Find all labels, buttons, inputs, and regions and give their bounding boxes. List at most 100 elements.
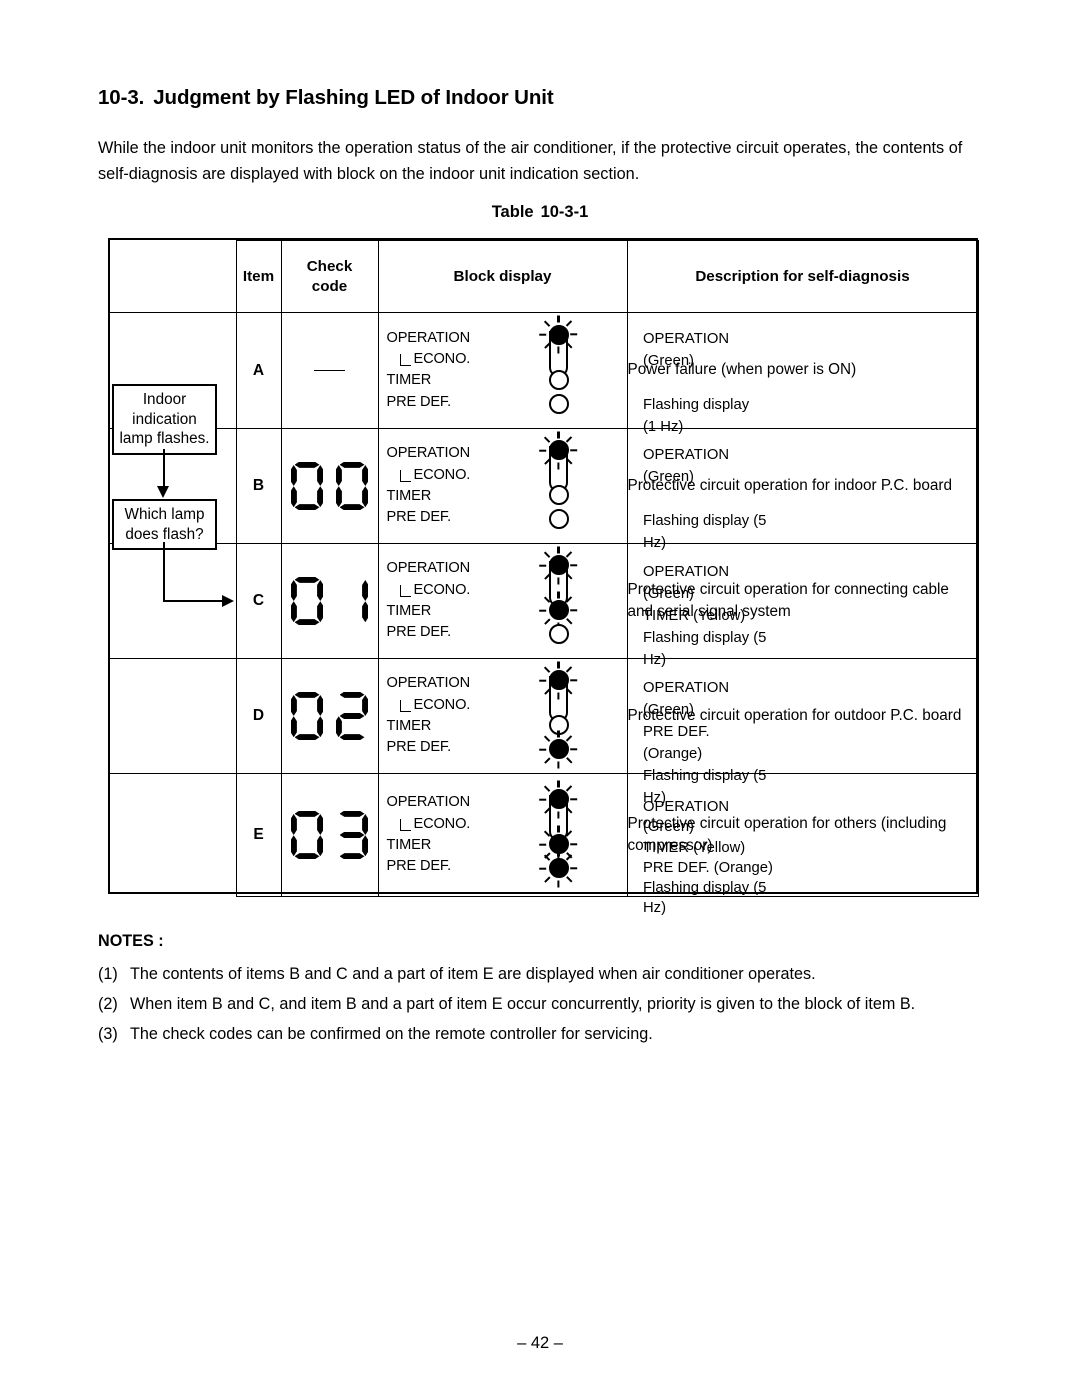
note-number: (1) bbox=[98, 965, 118, 983]
page: 10-3. Judgment by Flashing LED of Indoor … bbox=[0, 0, 1080, 1397]
status-line: TIMER (Yellow) bbox=[643, 839, 746, 856]
table-row: A OPERATION ECONO. TIMER PRE DEF. Power … bbox=[110, 312, 979, 429]
seven-segment-digit bbox=[336, 462, 369, 511]
lamp-timer-icon bbox=[548, 485, 569, 505]
status-line: TIMER (Yellow) bbox=[643, 608, 746, 624]
table-caption: Table 10-3-1 bbox=[0, 203, 1080, 222]
status-line: PRE DEF. (Orange) bbox=[643, 859, 773, 876]
status-line-spacer bbox=[643, 372, 763, 394]
seven-segment-digit bbox=[291, 811, 324, 860]
seven-segment-display bbox=[282, 577, 378, 626]
status-line: OPERATION (Green) bbox=[643, 799, 730, 836]
status-line: OPERATION (Green) bbox=[643, 680, 730, 718]
lamp-predef-icon bbox=[548, 509, 569, 529]
lamp-label-econo-row: ECONO. bbox=[387, 580, 530, 601]
lamp-label-operation: OPERATION bbox=[386, 560, 471, 577]
table-row: B OPERATION ECONO. TIMER PRE DEF. Protec… bbox=[110, 428, 979, 544]
status-line: OPERATION (Green) bbox=[643, 564, 730, 602]
lamp-indicator-graphic bbox=[530, 431, 588, 534]
lamp-label-predef: PRE DEF. bbox=[386, 393, 452, 410]
flash-rays-operation-icon bbox=[539, 315, 578, 354]
lamp-label-econo: ECONO. bbox=[413, 351, 471, 368]
seven-segment-digit bbox=[336, 692, 369, 741]
diagnosis-table: Item Check code Block display Descriptio… bbox=[108, 238, 979, 897]
elbow-connector-icon bbox=[399, 469, 411, 482]
row-item: C bbox=[235, 543, 282, 659]
header-check-code-line2: code bbox=[311, 277, 348, 295]
flash-rays-operation-icon bbox=[539, 431, 578, 469]
lamp-label-group: OPERATION ECONO. TIMER PRE DEF. bbox=[387, 443, 530, 529]
flowchart-column-cell bbox=[110, 658, 237, 774]
row-item: B bbox=[235, 428, 282, 544]
row-check-code bbox=[280, 543, 379, 659]
elbow-connector-icon bbox=[399, 818, 411, 831]
lamp-label-econo: ECONO. bbox=[413, 815, 471, 832]
lamp-label-predef: PRE DEF. bbox=[386, 624, 452, 641]
status-line-spacer bbox=[643, 488, 768, 510]
lamp-label-predef: PRE DEF. bbox=[386, 858, 452, 875]
row-block-display: OPERATION ECONO. TIMER PRE DEF. bbox=[377, 312, 628, 429]
table-row: E OPERATION ECONO. TIMER PRE DEF. Protec… bbox=[110, 773, 979, 897]
flowchart-column-cell bbox=[110, 312, 237, 429]
lamp-label-operation: OPERATION bbox=[386, 794, 471, 811]
header-check-code: Check code bbox=[280, 240, 379, 313]
lamp-label-group: OPERATION ECONO. TIMER PRE DEF. bbox=[387, 792, 530, 878]
status-text-row-b: OPERATION (Green) Flashing display (5 Hz… bbox=[643, 444, 768, 554]
table-header-row: Item Check code Block display Descriptio… bbox=[110, 240, 979, 313]
row-block-display: OPERATION ECONO. TIMER PRE DEF. bbox=[377, 543, 628, 659]
section-title: Judgment by Flashing LED of Indoor Unit bbox=[153, 86, 554, 109]
status-text-row-a: OPERATION (Green) Flashing display (1 Hz… bbox=[643, 328, 763, 438]
lamp-indicator-graphic bbox=[530, 546, 588, 649]
lamp-label-econo-row: ECONO. bbox=[387, 814, 530, 835]
intro-paragraph: While the indoor unit monitors the opera… bbox=[98, 139, 963, 183]
row-check-code bbox=[280, 428, 379, 544]
lamp-label-predef: PRE DEF. bbox=[386, 739, 452, 756]
table-caption-number: 10-3-1 bbox=[540, 203, 589, 221]
flash-rays-predef-icon bbox=[539, 730, 578, 768]
status-text-row-e: OPERATION (Green) TIMER (Yellow) PRE DEF… bbox=[643, 797, 773, 919]
elbow-connector-icon bbox=[399, 699, 411, 712]
status-line: OPERATION (Green) bbox=[643, 447, 730, 485]
page-number: – 42 – bbox=[517, 1334, 563, 1352]
note-item: (3) The check codes can be confirmed on t… bbox=[98, 1023, 998, 1045]
status-line: Flashing display (1 Hz) bbox=[643, 397, 750, 435]
lamp-label-timer: TIMER bbox=[386, 717, 432, 734]
lamp-label-timer: TIMER bbox=[386, 836, 432, 853]
header-block-display: Block display bbox=[377, 240, 628, 313]
notes-title: NOTES : bbox=[98, 932, 164, 950]
lamp-label-econo-row: ECONO. bbox=[387, 465, 530, 486]
lamp-predef-icon bbox=[548, 393, 569, 414]
lamp-label-econo: ECONO. bbox=[413, 696, 471, 713]
note-text: When item B and C, and item B and a part… bbox=[130, 995, 916, 1013]
note-text: The contents of items B and C and a part… bbox=[130, 965, 816, 983]
seven-segment-digit bbox=[291, 462, 324, 511]
status-text-row-d: OPERATION (Green) PRE DEF. (Orange) Flas… bbox=[643, 677, 771, 809]
elbow-connector-icon bbox=[399, 584, 411, 597]
seven-segment-digit bbox=[336, 577, 369, 626]
flowchart-column-cell bbox=[110, 543, 237, 659]
row-item: A bbox=[235, 312, 282, 429]
lamp-label-operation: OPERATION bbox=[386, 329, 471, 346]
note-item: (1) The contents of items B and C and a p… bbox=[98, 963, 998, 985]
section-number: 10-3. bbox=[98, 86, 145, 109]
lamp-label-group: OPERATION ECONO. TIMER PRE DEF. bbox=[387, 673, 530, 759]
row-item: D bbox=[235, 658, 282, 774]
flash-rays-operation-icon bbox=[539, 546, 578, 584]
seven-segment-digit bbox=[291, 577, 324, 626]
flash-rays-predef-icon bbox=[539, 849, 578, 887]
seven-segment-digit bbox=[291, 692, 324, 741]
lamp-label-predef: PRE DEF. bbox=[386, 509, 452, 526]
lamp-timer-icon bbox=[548, 369, 569, 390]
status-line: Flashing display (5 Hz) bbox=[643, 880, 767, 917]
note-item: (2) When item B and C, and item B and a p… bbox=[98, 993, 998, 1015]
seven-segment-display bbox=[282, 811, 378, 860]
row-check-code bbox=[280, 312, 379, 429]
note-text: The check codes can be confirmed on the … bbox=[130, 1025, 653, 1043]
lamp-label-group: OPERATION ECONO. TIMER PRE DEF. bbox=[387, 558, 530, 644]
header-item: Item bbox=[235, 240, 282, 313]
lamp-label-group: OPERATION ECONO. TIMER PRE DEF. bbox=[387, 328, 530, 414]
lamp-label-econo: ECONO. bbox=[413, 581, 471, 598]
table-row: C OPERATION ECONO. TIMER PRE DEF. Protec… bbox=[110, 543, 979, 659]
header-check-code-line1: Check bbox=[306, 257, 353, 275]
lamp-label-operation: OPERATION bbox=[386, 445, 471, 462]
